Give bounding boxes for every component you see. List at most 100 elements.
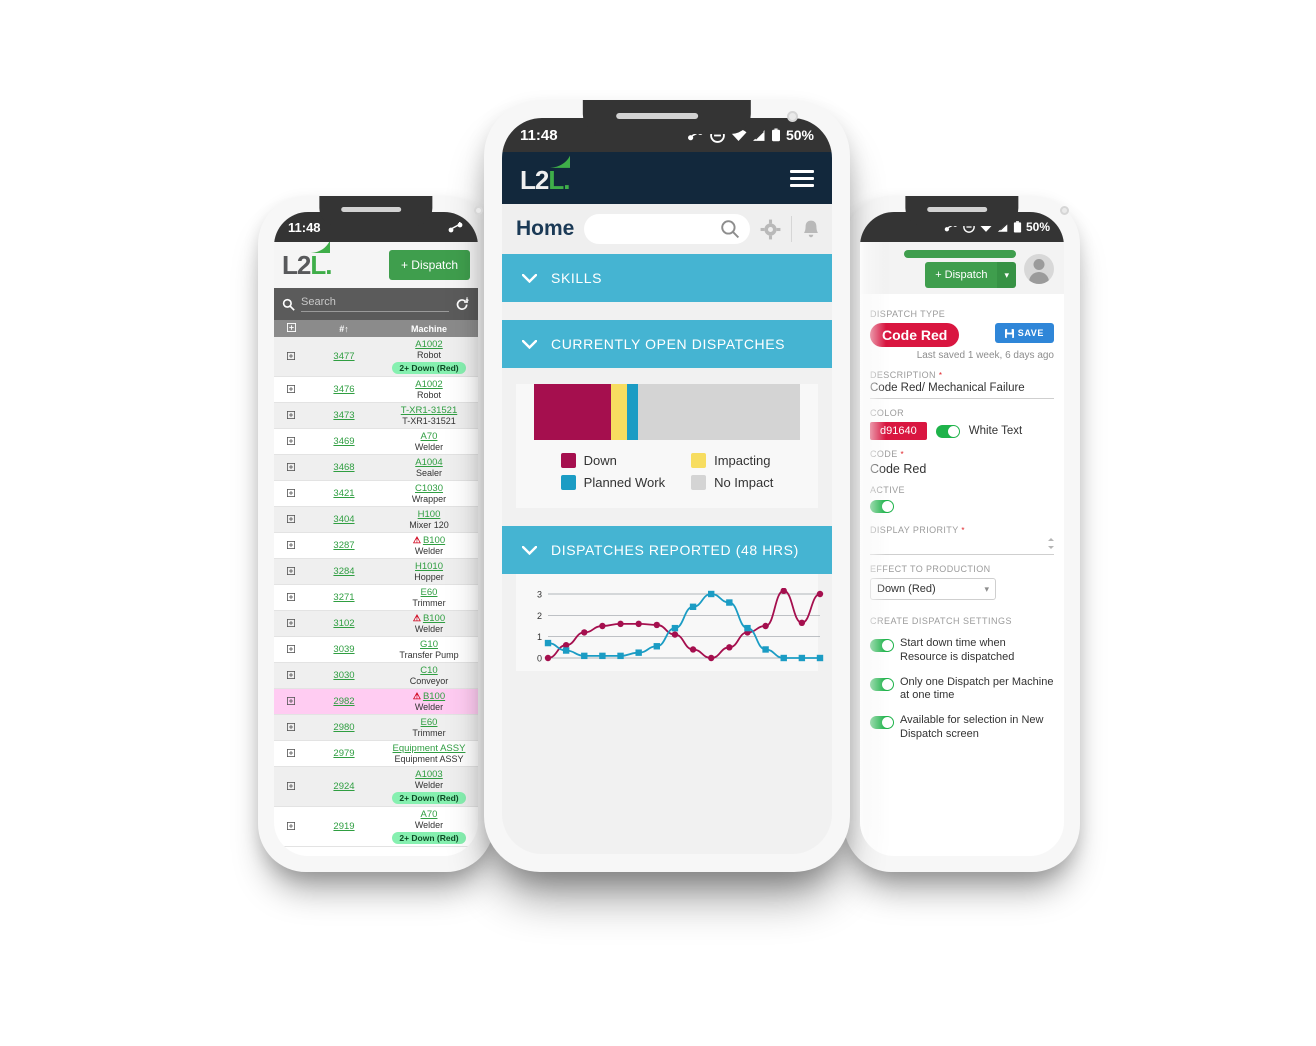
bell-icon[interactable] (802, 219, 820, 240)
section-reported-header[interactable]: DISPATCHES REPORTED (48 HRS) (502, 526, 832, 574)
description-value[interactable]: Code Red/ Mechanical Failure (870, 380, 1054, 399)
machine-link[interactable]: B100 (423, 535, 445, 546)
search-input[interactable]: Search (301, 296, 449, 312)
gear-icon[interactable] (760, 219, 781, 240)
machine-link[interactable]: H100 (418, 509, 441, 520)
table-row[interactable]: 3271 E60 Trimmer (274, 585, 478, 611)
row-id[interactable]: 3468 (308, 462, 380, 473)
row-id[interactable]: 2924 (308, 781, 380, 792)
dispatch-button[interactable]: + Dispatch (388, 250, 470, 280)
table-row[interactable]: 3473 T-XR1-31521 T-XR1-31521 (274, 403, 478, 429)
row-id[interactable]: 2982 (308, 696, 380, 707)
row-expand-icon[interactable] (274, 488, 308, 499)
row-expand-icon[interactable] (274, 722, 308, 733)
table-header-expand[interactable] (274, 323, 308, 334)
setting-row[interactable]: Start down time when Resource is dispatc… (870, 637, 1054, 665)
row-expand-icon[interactable] (274, 618, 308, 629)
row-expand-icon[interactable] (274, 462, 308, 473)
table-row[interactable]: 2980 E60 Trimmer (274, 715, 478, 741)
l2l-logo[interactable]: L2 L. (520, 155, 570, 193)
row-id[interactable]: 3473 (308, 410, 380, 421)
refresh-auto-icon[interactable]: A (455, 297, 470, 312)
row-id[interactable]: 3102 (308, 618, 380, 629)
display-priority-input[interactable] (870, 535, 1054, 555)
table-row[interactable]: 2982 ⚠ B100 Welder (274, 689, 478, 715)
row-id[interactable]: 2979 (308, 748, 380, 759)
machine-link[interactable]: B100 (423, 691, 445, 702)
row-expand-icon[interactable] (274, 748, 308, 759)
row-id[interactable]: 3421 (308, 488, 380, 499)
row-id[interactable]: 3469 (308, 436, 380, 447)
row-id[interactable]: 2980 (308, 722, 380, 733)
table-row[interactable]: 3421 C1030 Wrapper (274, 481, 478, 507)
machine-link[interactable]: T-XR1-31521 (401, 405, 458, 416)
setting-row[interactable]: Only one Dispatch per Machine at one tim… (870, 676, 1054, 704)
table-header-machine[interactable]: Machine (380, 324, 478, 334)
row-expand-icon[interactable] (274, 696, 308, 707)
row-expand-icon[interactable] (274, 540, 308, 551)
table-row[interactable]: 3284 H1010 Hopper (274, 559, 478, 585)
row-id[interactable]: 2919 (308, 821, 380, 832)
row-expand-icon[interactable] (274, 592, 308, 603)
setting-row[interactable]: Available for selection in New Dispatch … (870, 714, 1054, 742)
section-open-dispatches-header[interactable]: CURRENTLY OPEN DISPATCHES (502, 320, 832, 368)
dispatch-split-button[interactable]: + Dispatch ▾ (925, 262, 1016, 288)
row-id[interactable]: 3287 (308, 540, 380, 551)
avatar[interactable] (1024, 254, 1054, 284)
machine-link[interactable]: G10 (420, 639, 438, 650)
machine-link[interactable]: H1010 (415, 561, 443, 572)
left-search-bar[interactable]: Search A (274, 288, 478, 320)
machine-link[interactable]: A70 (421, 809, 438, 820)
machine-link[interactable]: C10 (420, 665, 437, 676)
machine-link[interactable]: B100 (423, 613, 445, 624)
table-row[interactable]: 3476 A1002 Robot (274, 377, 478, 403)
dispatch-caret-icon[interactable]: ▾ (997, 262, 1016, 288)
machine-link[interactable]: A1003 (415, 769, 442, 780)
table-header-id[interactable]: #↑ (308, 324, 380, 334)
row-expand-icon[interactable] (274, 821, 308, 832)
table-row[interactable]: 3469 A70 Welder (274, 429, 478, 455)
table-row[interactable]: 3030 C10 Conveyor (274, 663, 478, 689)
machine-link[interactable]: Equipment ASSY (393, 743, 466, 754)
machine-link[interactable]: A70 (421, 431, 438, 442)
hamburger-menu-icon[interactable] (790, 169, 814, 187)
table-row[interactable]: 2979 Equipment ASSY Equipment ASSY (274, 741, 478, 767)
table-row[interactable]: 3102 ⚠ B100 Welder (274, 611, 478, 637)
row-expand-icon[interactable] (274, 644, 308, 655)
table-row[interactable]: 3287 ⚠ B100 Welder (274, 533, 478, 559)
machine-link[interactable]: A1002 (415, 379, 442, 390)
row-expand-icon[interactable] (274, 670, 308, 681)
effect-select[interactable]: Down (Red) ▾ (870, 578, 996, 600)
table-row[interactable]: 3404 H100 Mixer 120 (274, 507, 478, 533)
row-id[interactable]: 3476 (308, 384, 380, 395)
row-id[interactable]: 3404 (308, 514, 380, 525)
table-row[interactable]: 3468 A1004 Sealer (274, 455, 478, 481)
row-expand-icon[interactable] (274, 566, 308, 577)
search-input[interactable] (584, 214, 750, 244)
dispatch-button[interactable]: + Dispatch (925, 262, 998, 288)
stepper-icon[interactable] (1048, 537, 1054, 549)
row-id[interactable]: 3271 (308, 592, 380, 603)
white-text-toggle[interactable] (935, 424, 960, 438)
machine-link[interactable]: A1002 (415, 339, 442, 350)
save-button[interactable]: SAVE (994, 323, 1054, 343)
row-id[interactable]: 3030 (308, 670, 380, 681)
row-expand-icon[interactable] (274, 514, 308, 525)
row-id[interactable]: 3477 (308, 351, 380, 362)
search-icon[interactable] (720, 219, 740, 239)
table-row[interactable]: 3039 G10 Transfer Pump (274, 637, 478, 663)
row-expand-icon[interactable] (274, 351, 308, 362)
table-row[interactable]: 2924 A1003 Welder 2+ Down (Red) (274, 767, 478, 807)
code-value[interactable]: Code Red (870, 462, 1054, 476)
row-expand-icon[interactable] (274, 410, 308, 421)
row-id[interactable]: 3039 (308, 644, 380, 655)
table-row[interactable]: 3477 A1002 Robot 2+ Down (Red) (274, 337, 478, 377)
table-row[interactable]: 2919 A70 Welder 2+ Down (Red) (274, 807, 478, 847)
machine-link[interactable]: C1030 (415, 483, 443, 494)
machine-link[interactable]: E60 (421, 717, 438, 728)
section-skills-header[interactable]: SKILLS (502, 254, 832, 302)
row-expand-icon[interactable] (274, 781, 308, 792)
row-expand-icon[interactable] (274, 436, 308, 447)
row-expand-icon[interactable] (274, 384, 308, 395)
row-id[interactable]: 3284 (308, 566, 380, 577)
